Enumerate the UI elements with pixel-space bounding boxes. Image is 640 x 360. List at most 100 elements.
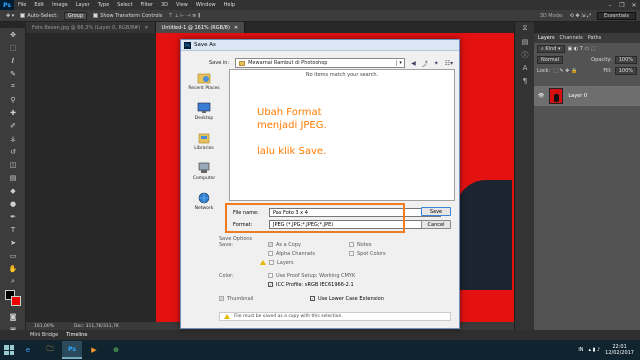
menu-filter[interactable]: Filter [137, 2, 157, 8]
pen-tool-icon[interactable]: ✒ [0, 210, 26, 223]
menu-image[interactable]: Image [48, 2, 72, 8]
quick-mask-icon[interactable]: ◙ [0, 310, 26, 323]
menu-view[interactable]: View [172, 2, 192, 8]
place-recent[interactable]: Recent Places [184, 72, 224, 100]
place-libraries[interactable]: Libraries [184, 132, 224, 160]
workspace-dropdown[interactable]: Essentials [596, 11, 636, 20]
tab-foto-besen[interactable]: Foto Besen.jpg @ 66,3% (Layer 0, RGB/8#)… [26, 22, 156, 33]
menu-3d[interactable]: 3D [157, 2, 172, 8]
lasso-tool-icon[interactable]: ℓ [0, 54, 26, 67]
lower-case-checkbox[interactable]: ✓ [310, 296, 315, 301]
spot-colors-checkbox[interactable] [349, 251, 354, 256]
eye-icon[interactable]: 👁 [538, 93, 544, 99]
place-desktop[interactable]: Desktop [184, 102, 224, 130]
save-in-dropdown[interactable]: Mewarnai Rambut di Photoshop ▾ [235, 58, 406, 68]
filter-icons[interactable]: ▣ ◐ T ▭ ⬚ [568, 46, 596, 52]
tab-paths[interactable]: Paths [588, 35, 602, 41]
thumbnail-checkbox[interactable]: ✓ [219, 296, 224, 301]
stamp-tool-icon[interactable]: ⚶ [0, 132, 26, 145]
layer-name[interactable]: Layer 0 [568, 93, 587, 99]
3d-mode-icons[interactable]: ⟲ ✥ ⇲ ⤢ [570, 13, 591, 19]
layers-checkbox[interactable] [269, 260, 274, 265]
media-player-icon[interactable]: ▶ [84, 341, 104, 359]
menu-file[interactable]: File [14, 2, 30, 8]
menu-help[interactable]: Help [220, 2, 239, 8]
move-tool-icon[interactable]: ✥ [0, 28, 26, 41]
explorer-icon[interactable]: 🗀 [40, 341, 60, 359]
info-panel-icon[interactable]: ⓘ [515, 48, 535, 61]
blur-tool-icon[interactable]: ◆ [0, 184, 26, 197]
auto-select-checkbox[interactable]: Auto-Select: [20, 13, 58, 19]
close-button[interactable]: ✕ [628, 0, 640, 10]
icc-row: ✓ ICC Profile: sRGB IEC61966-2.1 [219, 280, 386, 289]
layer-row[interactable]: 👁 Layer 0 [534, 86, 640, 106]
menu-select[interactable]: Select [113, 2, 136, 8]
healing-tool-icon[interactable]: ✚ [0, 106, 26, 119]
opacity-field[interactable]: 100% [614, 55, 637, 64]
path-select-tool-icon[interactable]: ➤ [0, 236, 26, 249]
menu-layer[interactable]: Layer [72, 2, 94, 8]
alpha-channels-checkbox[interactable] [268, 251, 273, 256]
tab-untitled-1[interactable]: Untitled-1 @ 161% (RGB/8) ✕ [155, 22, 246, 33]
icc-profile-checkbox[interactable]: ✓ [268, 282, 273, 287]
zoom-tool-icon[interactable]: ⌕ [0, 275, 26, 288]
type-tool-icon[interactable]: T [0, 223, 26, 236]
color-swatches[interactable] [0, 288, 25, 310]
tab-layers[interactable]: Layers [538, 35, 555, 41]
minimize-button[interactable]: – [604, 0, 616, 10]
close-icon[interactable]: ✕ [234, 25, 238, 31]
show-transform-checkbox[interactable]: Show Transform Controls [93, 13, 162, 19]
shape-tool-icon[interactable]: ▭ [0, 249, 26, 262]
background-color-swatch[interactable] [11, 296, 21, 306]
auto-select-dropdown[interactable]: Group [63, 11, 88, 20]
as-copy-checkbox[interactable]: ✓ [268, 242, 273, 247]
ie-icon[interactable]: e [18, 341, 38, 359]
quick-select-tool-icon[interactable]: ✎ [0, 67, 26, 80]
language-indicator[interactable]: IN [578, 347, 583, 353]
tab-channels[interactable]: Channels [560, 35, 583, 41]
lock-icons[interactable]: ⬚ ✎ ✥ 🔒 [553, 68, 577, 74]
kind-filter-dropdown[interactable]: ⌕ Kind ▾ [537, 44, 565, 53]
close-icon[interactable]: ✕ [144, 25, 148, 31]
history-brush-icon[interactable]: ↺ [0, 145, 26, 158]
align-icons[interactable]: ⊤ ⊥ ⊢ ⊣ ≡ ⫼ [168, 13, 200, 19]
crop-tool-icon[interactable]: ⌗ [0, 80, 26, 93]
up-folder-icon[interactable]: ⤴ [422, 59, 428, 68]
save-button[interactable]: Save [421, 207, 451, 216]
menu-edit[interactable]: Edit [30, 2, 48, 8]
new-folder-icon[interactable]: ✦ [434, 60, 439, 67]
gradient-tool-icon[interactable]: ▤ [0, 171, 26, 184]
photoshop-taskbar-icon[interactable]: Ps [62, 341, 82, 359]
hand-tool-icon[interactable]: ✋ [0, 262, 26, 275]
eyedropper-tool-icon[interactable]: ⚲ [0, 93, 26, 106]
brush-tool-icon[interactable]: ✐ [0, 119, 26, 132]
paragraph-panel-icon[interactable]: ¶ [515, 74, 535, 87]
place-network[interactable]: Network [184, 192, 224, 220]
zoom-level[interactable]: 161,00% [34, 324, 54, 329]
place-computer[interactable]: Computer [184, 162, 224, 190]
cancel-button[interactable]: Cancel [421, 220, 451, 229]
fill-field[interactable]: 100% [614, 66, 637, 75]
view-menu-icon[interactable]: ☷▾ [445, 60, 453, 67]
restore-button[interactable]: ❐ [616, 0, 628, 10]
tab-timeline[interactable]: Timeline [66, 332, 87, 338]
notes-checkbox[interactable] [349, 242, 354, 247]
character-panel-icon[interactable]: A [515, 61, 535, 74]
history-panel-icon[interactable]: ⧖ [515, 22, 535, 35]
menu-type[interactable]: Type [94, 2, 113, 8]
start-button[interactable] [0, 340, 18, 360]
menu-window[interactable]: Window [192, 2, 220, 8]
tab-mini-bridge[interactable]: Mini Bridge [30, 332, 58, 338]
properties-panel-icon[interactable]: ▤ [515, 35, 535, 48]
move-tool-icon[interactable]: ✥ ▾ [6, 13, 14, 19]
proof-setup-checkbox[interactable] [268, 273, 273, 278]
marquee-tool-icon[interactable]: ⬚ [0, 41, 26, 54]
chrome-icon[interactable]: ⊕ [106, 341, 126, 359]
tray-icons[interactable]: ▴ ▮ ♪ [589, 347, 601, 353]
dodge-tool-icon[interactable]: ● [0, 197, 26, 210]
clock[interactable]: 22:01 12/02/2017 [605, 344, 634, 356]
eraser-tool-icon[interactable]: ◫ [0, 158, 26, 171]
back-icon[interactable]: ◀ [411, 60, 416, 67]
blend-mode-dropdown[interactable]: Normal [537, 55, 564, 64]
place-label: Libraries [194, 146, 214, 151]
